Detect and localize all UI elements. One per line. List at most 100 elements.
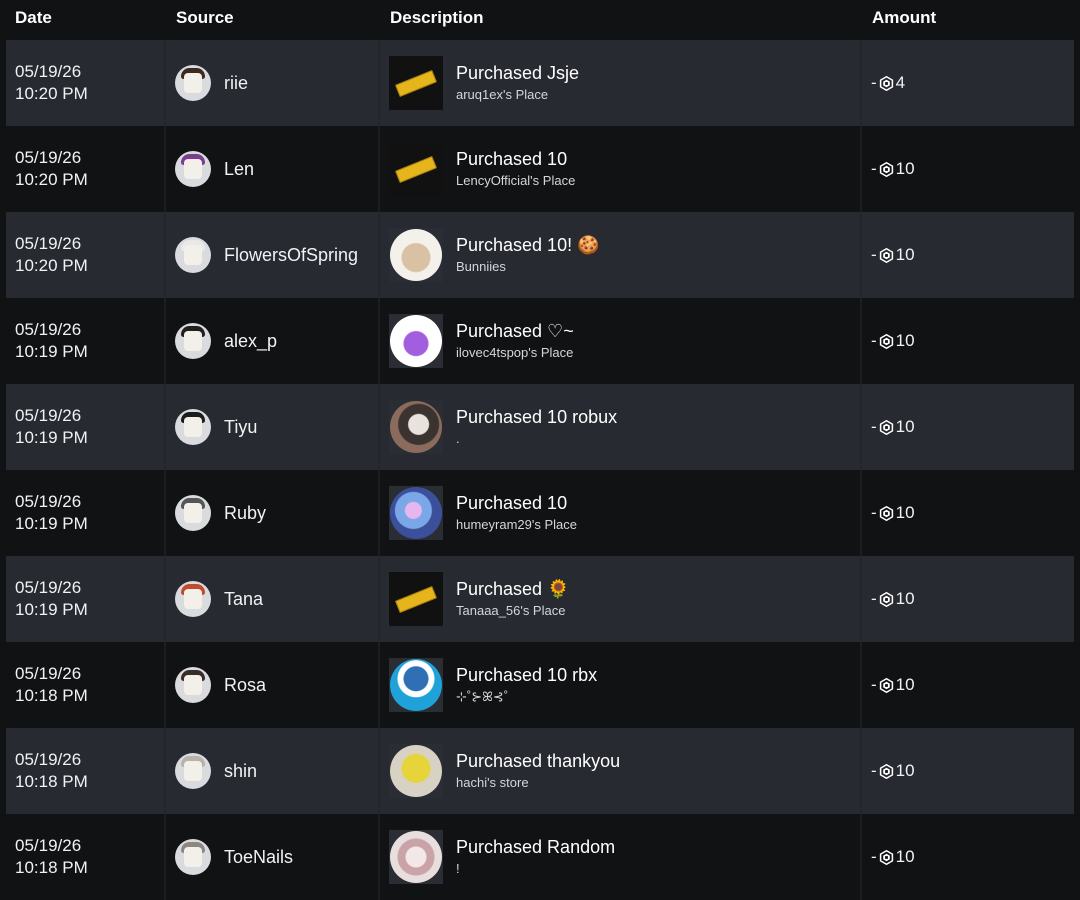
- username-link[interactable]: ToeNails: [224, 847, 293, 868]
- username-link[interactable]: FlowersOfSpring: [224, 245, 358, 266]
- date-cell: 05/19/26 10:19 PM: [6, 470, 166, 556]
- source-cell[interactable]: Rosa: [166, 642, 380, 728]
- user-avatar[interactable]: [175, 65, 211, 101]
- item-title: Purchased 🌻: [456, 579, 570, 599]
- amount-value: 4: [895, 73, 906, 92]
- header-amount: Amount: [872, 8, 937, 27]
- username-link[interactable]: alex_p: [224, 331, 277, 352]
- description-cell: Purchased 10 LencyOfficial's Place: [380, 126, 862, 212]
- item-thumbnail[interactable]: [389, 56, 443, 110]
- username-link[interactable]: Rosa: [224, 675, 266, 696]
- user-avatar[interactable]: [175, 839, 211, 875]
- user-avatar[interactable]: [175, 495, 211, 531]
- place-link[interactable]: LencyOfficial's Place: [456, 172, 575, 190]
- table-row: 05/19/26 10:20 PM Len Purchased 10 Lency…: [6, 126, 1074, 212]
- place-link[interactable]: Bunniies: [456, 258, 600, 276]
- username-link[interactable]: Tana: [224, 589, 263, 610]
- robux-icon: [879, 763, 893, 779]
- place-link[interactable]: !: [456, 860, 615, 878]
- source-cell[interactable]: Tana: [166, 556, 380, 642]
- item-title: Purchased Random: [456, 837, 616, 857]
- source-cell[interactable]: Tiyu: [166, 384, 380, 470]
- place-link[interactable]: hachi's store: [456, 774, 620, 792]
- time-text: 10:20 PM: [15, 84, 88, 103]
- amount-cell: - 10: [862, 126, 1074, 212]
- place-link[interactable]: aruq1ex's Place: [456, 86, 579, 104]
- date-cell: 05/19/26 10:19 PM: [6, 556, 166, 642]
- item-thumbnail[interactable]: [389, 400, 443, 454]
- item-title: Purchased 10 rbx: [456, 665, 598, 685]
- item-title: Purchased 10 robux: [456, 407, 618, 427]
- avatar-face: [184, 331, 202, 351]
- amount-value: 10: [895, 331, 915, 350]
- item-title: Purchased Jsje: [456, 63, 580, 83]
- source-cell[interactable]: alex_p: [166, 298, 380, 384]
- place-link[interactable]: humeyram29's Place: [456, 516, 577, 534]
- source-cell[interactable]: FlowersOfSpring: [166, 212, 380, 298]
- avatar-face: [184, 73, 202, 93]
- source-cell[interactable]: shin: [166, 728, 380, 814]
- time-text: 10:18 PM: [15, 772, 88, 791]
- item-thumbnail[interactable]: [389, 142, 443, 196]
- place-link[interactable]: .: [456, 430, 617, 448]
- username-link[interactable]: Ruby: [224, 503, 266, 524]
- table-body: 05/19/26 10:20 PM riie Purchased Jsje ar…: [0, 40, 1080, 900]
- amount-cell: - 4: [862, 40, 1074, 126]
- robux-icon: [879, 75, 893, 91]
- date-cell: 05/19/26 10:19 PM: [6, 384, 166, 470]
- robux-icon: [879, 505, 893, 521]
- latte-image: [390, 229, 442, 281]
- time-text: 10:19 PM: [15, 428, 88, 447]
- amount-cell: - 10: [862, 212, 1074, 298]
- item-thumbnail[interactable]: [389, 314, 443, 368]
- user-avatar[interactable]: [175, 237, 211, 273]
- robux-icon: [879, 677, 893, 693]
- item-thumbnail[interactable]: [389, 830, 443, 884]
- source-cell[interactable]: Ruby: [166, 470, 380, 556]
- username-link[interactable]: Tiyu: [224, 417, 257, 438]
- item-thumbnail[interactable]: [389, 486, 443, 540]
- source-cell[interactable]: riie: [166, 40, 380, 126]
- cake-image: [390, 831, 442, 883]
- date-text: 05/19/26: [15, 406, 82, 425]
- username-link[interactable]: riie: [224, 73, 248, 94]
- description-cell: Purchased thankyou hachi's store: [380, 728, 862, 814]
- ticket-image: [395, 585, 437, 613]
- place-link[interactable]: ilovec4tspop's Place: [456, 344, 574, 362]
- user-avatar[interactable]: [175, 409, 211, 445]
- table-row: 05/19/26 10:18 PM ToeNails Purchased Ran…: [6, 814, 1074, 900]
- description-cell: Purchased 🌻 Tanaaa_56's Place: [380, 556, 862, 642]
- amount-sign: -: [871, 503, 877, 522]
- item-thumbnail[interactable]: [389, 228, 443, 282]
- place-link[interactable]: Tanaaa_56's Place: [456, 602, 569, 620]
- user-avatar[interactable]: [175, 581, 211, 617]
- bunny-image: [390, 401, 442, 453]
- table-row: 05/19/26 10:19 PM Tiyu Purchased 10 robu…: [6, 384, 1074, 470]
- amount-cell: - 10: [862, 814, 1074, 900]
- amount-value: 10: [895, 675, 915, 694]
- amount-sign: -: [871, 847, 877, 866]
- username-link[interactable]: Len: [224, 159, 254, 180]
- user-avatar[interactable]: [175, 753, 211, 789]
- time-text: 10:20 PM: [15, 256, 88, 275]
- user-avatar[interactable]: [175, 323, 211, 359]
- avatar-face: [184, 159, 202, 179]
- user-avatar[interactable]: [175, 667, 211, 703]
- description-cell: Purchased 10 humeyram29's Place: [380, 470, 862, 556]
- amount-sign: -: [871, 331, 877, 350]
- source-cell[interactable]: ToeNails: [166, 814, 380, 900]
- item-title: Purchased 10: [456, 493, 568, 513]
- table-row: 05/19/26 10:18 PM Rosa Purchased 10 rbx …: [6, 642, 1074, 728]
- item-thumbnail[interactable]: [389, 572, 443, 626]
- place-link[interactable]: ⊹˚⊱ꕤ⊰˚: [456, 688, 597, 706]
- amount-cell: - 10: [862, 470, 1074, 556]
- username-link[interactable]: shin: [224, 761, 257, 782]
- amount-cell: - 10: [862, 642, 1074, 728]
- item-thumbnail[interactable]: [389, 744, 443, 798]
- robux-icon: [879, 161, 893, 177]
- date-text: 05/19/26: [15, 62, 82, 81]
- item-thumbnail[interactable]: [389, 658, 443, 712]
- galaxy-image: [390, 487, 442, 539]
- user-avatar[interactable]: [175, 151, 211, 187]
- source-cell[interactable]: Len: [166, 126, 380, 212]
